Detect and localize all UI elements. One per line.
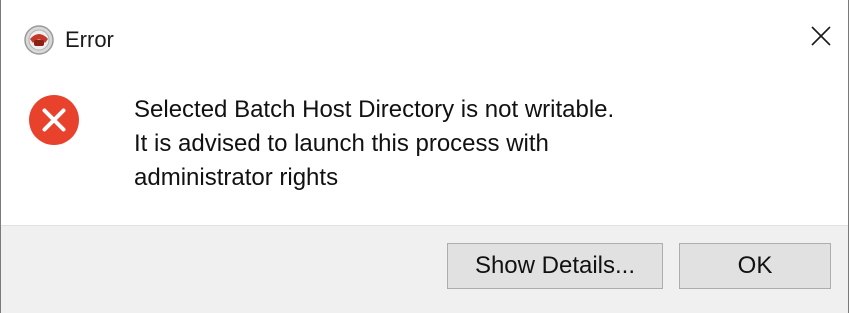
window-title: Error bbox=[65, 27, 114, 52]
message-line: administrator rights bbox=[134, 164, 339, 191]
error-message: Selected Batch Host Directory is not wri… bbox=[134, 93, 614, 195]
button-bar: Show Details... OK bbox=[1, 225, 848, 313]
app-logo-icon bbox=[23, 24, 55, 56]
message-area: Selected Batch Host Directory is not wri… bbox=[1, 78, 848, 225]
title-bar: Error bbox=[1, 0, 848, 78]
message-line: It is advised to launch this process wit… bbox=[134, 130, 549, 157]
message-line: Selected Batch Host Directory is not wri… bbox=[134, 96, 615, 123]
show-details-button[interactable]: Show Details... bbox=[447, 243, 663, 289]
ok-button[interactable]: OK bbox=[679, 243, 831, 289]
error-dialog: Error Selected Batch Host Directory is n… bbox=[0, 0, 849, 313]
close-icon bbox=[810, 25, 832, 52]
close-button[interactable] bbox=[801, 18, 841, 58]
error-icon bbox=[28, 94, 80, 146]
